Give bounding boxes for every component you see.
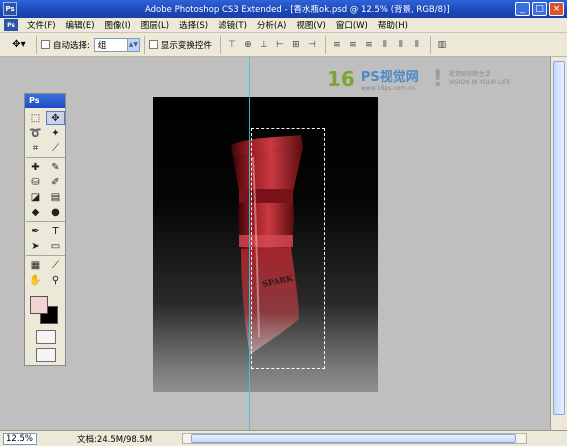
magic-wand-tool-icon[interactable]: ✦	[46, 126, 65, 140]
maximize-button[interactable]: □	[532, 2, 547, 16]
separator	[36, 35, 37, 54]
move-tool-icon[interactable]: ✥	[46, 111, 65, 125]
menu-image[interactable]: 图像(I)	[100, 19, 136, 31]
minimize-button[interactable]: _	[515, 2, 530, 16]
lasso-tool-icon[interactable]: ➰	[26, 126, 45, 140]
separator	[26, 255, 65, 256]
menu-analysis[interactable]: 分析(A)	[252, 19, 291, 31]
horizontal-scroll-thumb[interactable]	[191, 434, 516, 443]
menu-filter[interactable]: 滤镜(T)	[213, 19, 252, 31]
marquee-tool-icon[interactable]: ⬚	[26, 111, 45, 125]
status-bar: 12.5% 文档:24.5M/98.5M ▶	[0, 430, 567, 446]
dodge-tool-icon[interactable]: ●	[46, 205, 65, 219]
vertical-guide-line[interactable]	[249, 57, 250, 430]
separator	[429, 35, 431, 54]
document-size-info: 文档:24.5M/98.5M	[77, 434, 153, 445]
zoom-level-field[interactable]: 12.5%	[3, 432, 37, 445]
move-tool-preset-icon[interactable]: ✥▾	[6, 36, 32, 54]
auto-select-dropdown[interactable]: 组 ▲▼	[93, 37, 140, 52]
watermark-site-name: PS视觉网	[360, 70, 419, 85]
marquee-selection[interactable]	[251, 128, 325, 369]
align-horizontal-center-icon[interactable]: ⊞	[289, 38, 303, 52]
eyedropper-tool-icon[interactable]: ⟋	[46, 258, 65, 272]
vertical-scrollbar[interactable]	[550, 57, 567, 430]
slice-tool-icon[interactable]: ⟋	[46, 141, 65, 155]
menu-window[interactable]: 窗口(W)	[331, 19, 373, 31]
auto-select-label: 自动选择:	[53, 40, 90, 51]
close-button[interactable]: ×	[549, 2, 564, 16]
menu-select[interactable]: 选择(S)	[174, 19, 213, 31]
show-transform-checkbox[interactable]	[148, 40, 158, 49]
clone-stamp-tool-icon[interactable]: ⛁	[26, 175, 45, 189]
watermark-logo: 16 PS视觉网 www.16ps.com.cn ! 视觉即创新生活 VISIO…	[327, 60, 542, 98]
distribute-bottom-icon[interactable]: ≡	[362, 38, 376, 52]
tools-palette: Ps ⬚ ✥ ➰ ✦ ⌗ ⟋ ✚ ✎ ⛁ ✐ ◪ ▤ ◆ ● ✒ T ➤ ▭ ▦…	[24, 93, 66, 366]
auto-align-layers-icon[interactable]: ▥	[435, 38, 449, 52]
document-icon[interactable]: Ps	[4, 19, 18, 31]
horizontal-scrollbar[interactable]	[182, 433, 527, 444]
align-left-icon[interactable]: ⊢	[273, 38, 287, 52]
distribute-vcenter-icon[interactable]: ≡	[346, 38, 360, 52]
menu-view[interactable]: 视图(V)	[291, 19, 330, 31]
align-bottom-icon[interactable]: ⊥	[257, 38, 271, 52]
options-bar: ✥▾ 自动选择: 组 ▲▼ 显示变换控件 ⊤ ⊕ ⊥ ⊢ ⊞ ⊣ ≡ ≡ ≡ ⫴…	[0, 33, 567, 57]
title-bar: Ps Adobe Photoshop CS3 Extended - [香水瓶ok…	[0, 0, 567, 18]
notes-tool-icon[interactable]: ▦	[26, 258, 45, 272]
menu-help[interactable]: 帮助(H)	[373, 19, 413, 31]
distribute-hcenter-icon[interactable]: ⫴	[394, 38, 408, 52]
align-top-icon[interactable]: ⊤	[225, 38, 239, 52]
menu-bar: Ps 文件(F) 编辑(E) 图像(I) 图层(L) 选择(S) 滤镜(T) 分…	[0, 18, 567, 33]
separator	[26, 157, 65, 158]
vertical-scroll-thumb[interactable]	[553, 61, 565, 415]
window-title: Adobe Photoshop CS3 Extended - [香水瓶ok.ps…	[145, 5, 450, 15]
show-transform-label: 显示变换控件	[160, 40, 212, 51]
watermark-number: 16	[327, 67, 355, 91]
auto-select-value: 组	[97, 40, 107, 51]
menu-edit[interactable]: 编辑(E)	[61, 19, 100, 31]
separator	[219, 35, 221, 54]
history-brush-tool-icon[interactable]: ✐	[46, 175, 65, 189]
blur-tool-icon[interactable]: ◆	[26, 205, 45, 219]
distribute-right-icon[interactable]: ⫴	[410, 38, 424, 52]
healing-brush-tool-icon[interactable]: ✚	[26, 160, 45, 174]
distribute-top-icon[interactable]: ≡	[330, 38, 344, 52]
hand-tool-icon[interactable]: ✋	[26, 273, 45, 287]
foreground-color-swatch[interactable]	[30, 296, 48, 314]
align-right-icon[interactable]: ⊣	[305, 38, 319, 52]
separator	[324, 35, 326, 54]
shape-tool-icon[interactable]: ▭	[46, 239, 65, 253]
watermark-exclamation-icon: !	[432, 66, 443, 92]
zoom-tool-icon[interactable]: ⚲	[46, 273, 65, 287]
separator	[26, 221, 65, 222]
separator	[143, 35, 145, 54]
menu-layer[interactable]: 图层(L)	[136, 19, 174, 31]
chevron-down-icon: ▲▼	[126, 38, 139, 51]
watermark-slogan-en: VISION IN YOUR LIFE	[448, 79, 511, 86]
watermark-slogan-cn: 视觉即创新生活	[448, 71, 491, 79]
crop-tool-icon[interactable]: ⌗	[26, 141, 45, 155]
quick-mask-button[interactable]	[36, 330, 56, 344]
photoshop-app-icon[interactable]: Ps	[3, 2, 17, 16]
align-vertical-center-icon[interactable]: ⊕	[241, 38, 255, 52]
distribute-left-icon[interactable]: ⫴	[378, 38, 392, 52]
menu-file[interactable]: 文件(F)	[22, 19, 61, 31]
type-tool-icon[interactable]: T	[46, 224, 65, 238]
eraser-tool-icon[interactable]: ◪	[26, 190, 45, 204]
watermark-url: www.16ps.com.cn	[360, 85, 416, 92]
screen-mode-button[interactable]	[36, 348, 56, 362]
auto-select-checkbox[interactable]	[41, 40, 50, 49]
pen-tool-icon[interactable]: ✒	[26, 224, 45, 238]
brush-tool-icon[interactable]: ✎	[46, 160, 65, 174]
gradient-tool-icon[interactable]: ▤	[46, 190, 65, 204]
tools-palette-header[interactable]: Ps	[25, 94, 65, 108]
path-selection-tool-icon[interactable]: ➤	[26, 239, 45, 253]
